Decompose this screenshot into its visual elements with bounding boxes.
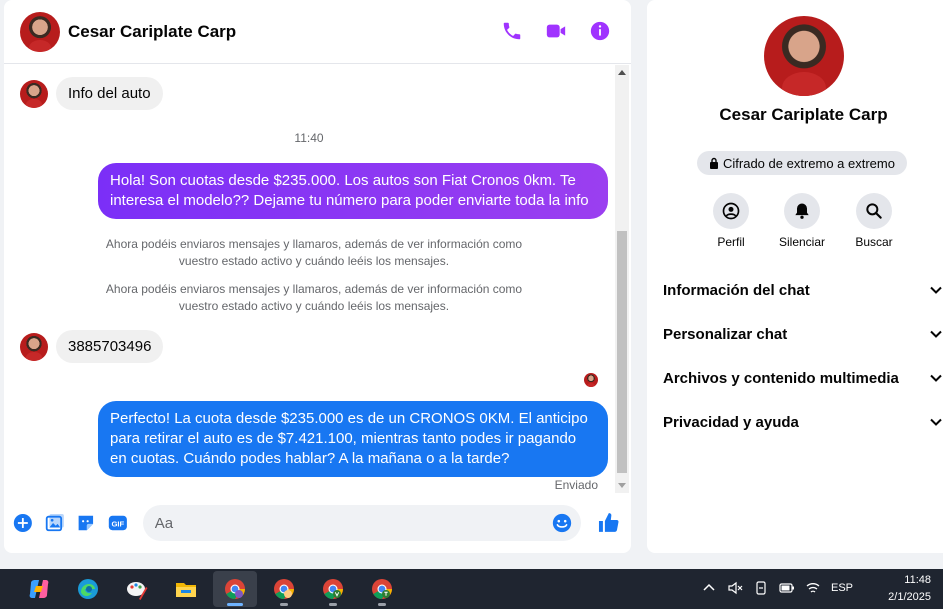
- seen-avatar: [584, 373, 598, 387]
- gif-icon[interactable]: GIF: [107, 512, 129, 534]
- chevron-down-icon: [930, 330, 942, 338]
- battery-icon[interactable]: [779, 580, 795, 596]
- contact-avatar[interactable]: [20, 11, 60, 52]
- message-row: Info del auto: [20, 77, 163, 110]
- system-notice: Ahora podéis enviaros mensajes y llamaro…: [105, 282, 523, 313]
- incoming-message[interactable]: Info del auto: [56, 77, 163, 110]
- clock-date: 2/1/2025: [888, 591, 931, 603]
- svg-text:GIF: GIF: [112, 520, 125, 529]
- taskbar-app-chrome-profile-t[interactable]: [360, 571, 404, 607]
- message-list: Info del auto 11:40 Hola! Son cuotas des…: [4, 65, 614, 495]
- scroll-up-arrow[interactable]: [618, 70, 626, 75]
- mute-button[interactable]: [784, 193, 820, 229]
- sticker-icon[interactable]: [75, 512, 97, 534]
- chevron-down-icon: [930, 374, 942, 382]
- language-indicator[interactable]: ESP: [831, 582, 853, 594]
- mute-label: Silenciar: [778, 235, 826, 249]
- section-label: Archivos y contenido multimedia: [663, 369, 899, 387]
- message-timestamp: 11:40: [294, 131, 324, 145]
- section-privacy-help[interactable]: Privacidad y ayuda: [663, 407, 943, 437]
- chrome-icon: [225, 579, 246, 600]
- device-icon[interactable]: [753, 580, 769, 596]
- taskbar-app-edge[interactable]: [66, 571, 110, 607]
- profile-icon: [722, 202, 740, 220]
- paint-icon: [127, 582, 148, 600]
- taskbar: ESP 11:48 2/1/2025: [0, 569, 943, 609]
- speaker-muted-icon[interactable]: [727, 580, 743, 596]
- header-actions: [501, 20, 611, 42]
- contact-avatar[interactable]: [20, 332, 48, 361]
- emoji-icon[interactable]: [551, 512, 573, 534]
- section-media-files[interactable]: Archivos y contenido multimedia: [663, 363, 943, 393]
- wifi-icon[interactable]: [805, 580, 821, 596]
- like-icon[interactable]: [597, 511, 621, 535]
- scroll-down-arrow[interactable]: [618, 483, 626, 488]
- chevron-down-icon: [930, 418, 942, 426]
- scroll-thumb[interactable]: [617, 231, 627, 473]
- system-tray: ESP: [701, 580, 853, 596]
- system-notice: Ahora podéis enviaros mensajes y llamaro…: [105, 237, 523, 268]
- clock-time: 11:48: [904, 574, 931, 586]
- open-indicator: [378, 603, 386, 606]
- clock[interactable]: 11:48 2/1/2025: [888, 572, 931, 606]
- bell-icon: [795, 203, 809, 219]
- chat-header: Cesar Cariplate Carp: [4, 0, 631, 64]
- search-icon: [866, 203, 882, 219]
- section-label: Personalizar chat: [663, 325, 788, 343]
- section-label: Información del chat: [663, 281, 810, 299]
- encryption-badge[interactable]: Cifrado de extremo a extremo: [697, 151, 907, 175]
- contact-avatar[interactable]: [20, 79, 48, 108]
- profile-avatar[interactable]: [764, 16, 844, 96]
- open-indicator: [329, 603, 337, 606]
- info-panel: Cesar Cariplate Carp Cifrado de extremo …: [647, 0, 943, 553]
- file-explorer-icon: [176, 583, 196, 597]
- taskbar-app-chrome-profile-v[interactable]: [311, 571, 355, 607]
- phone-icon[interactable]: [501, 20, 523, 42]
- image-icon[interactable]: [44, 512, 66, 534]
- taskbar-app-file-explorer[interactable]: [164, 571, 208, 607]
- outgoing-message[interactable]: Perfecto! La cuota desde $235.000 es de …: [98, 401, 608, 477]
- active-indicator: [227, 603, 243, 606]
- search-action[interactable]: Buscar: [834, 193, 914, 249]
- encryption-label: Cifrado de extremo a extremo: [723, 155, 895, 171]
- taskbar-app-chrome[interactable]: [213, 571, 257, 607]
- taskbar-app-paint[interactable]: [115, 571, 159, 607]
- profile-name: Cesar Cariplate Carp: [719, 105, 888, 124]
- profile-action[interactable]: Perfil: [691, 193, 771, 249]
- profile-button[interactable]: [713, 193, 749, 229]
- message-row: 3885703496: [20, 330, 164, 363]
- chevron-up-icon[interactable]: [701, 580, 717, 596]
- profile-label: Perfil: [717, 235, 745, 249]
- search-label: Buscar: [855, 235, 893, 249]
- chat-panel: Cesar Cariplate Carp Info del auto 11:40…: [4, 0, 631, 553]
- chrome-profile-t-icon: [372, 579, 393, 600]
- mute-action[interactable]: Silenciar: [762, 193, 842, 249]
- info-icon[interactable]: [589, 20, 611, 42]
- message-scrollbar[interactable]: [615, 65, 629, 493]
- message-input-wrap: [142, 505, 582, 541]
- video-icon[interactable]: [545, 20, 567, 42]
- taskbar-app-copilot[interactable]: [17, 571, 61, 607]
- section-label: Privacidad y ayuda: [663, 413, 799, 431]
- outgoing-message[interactable]: Hola! Son cuotas desde $235.000. Los aut…: [98, 163, 608, 219]
- section-chat-info[interactable]: Información del chat: [663, 275, 943, 305]
- composer: GIF: [4, 500, 631, 546]
- contact-name[interactable]: Cesar Cariplate Carp: [68, 22, 236, 42]
- plus-icon[interactable]: [12, 512, 34, 534]
- message-input[interactable]: [142, 505, 582, 541]
- search-button[interactable]: [856, 193, 892, 229]
- chrome-profile-v-icon: [323, 579, 344, 600]
- copilot-icon: [29, 580, 49, 598]
- incoming-message[interactable]: 3885703496: [56, 330, 164, 363]
- lock-icon: [710, 157, 718, 169]
- chrome-profile-icon: [274, 579, 295, 600]
- chevron-down-icon: [930, 286, 942, 294]
- taskbar-app-chrome-profile[interactable]: [262, 571, 306, 607]
- section-customize-chat[interactable]: Personalizar chat: [663, 319, 943, 349]
- delivery-status: Enviado: [554, 478, 598, 492]
- open-indicator: [280, 603, 288, 606]
- edge-icon: [78, 579, 98, 599]
